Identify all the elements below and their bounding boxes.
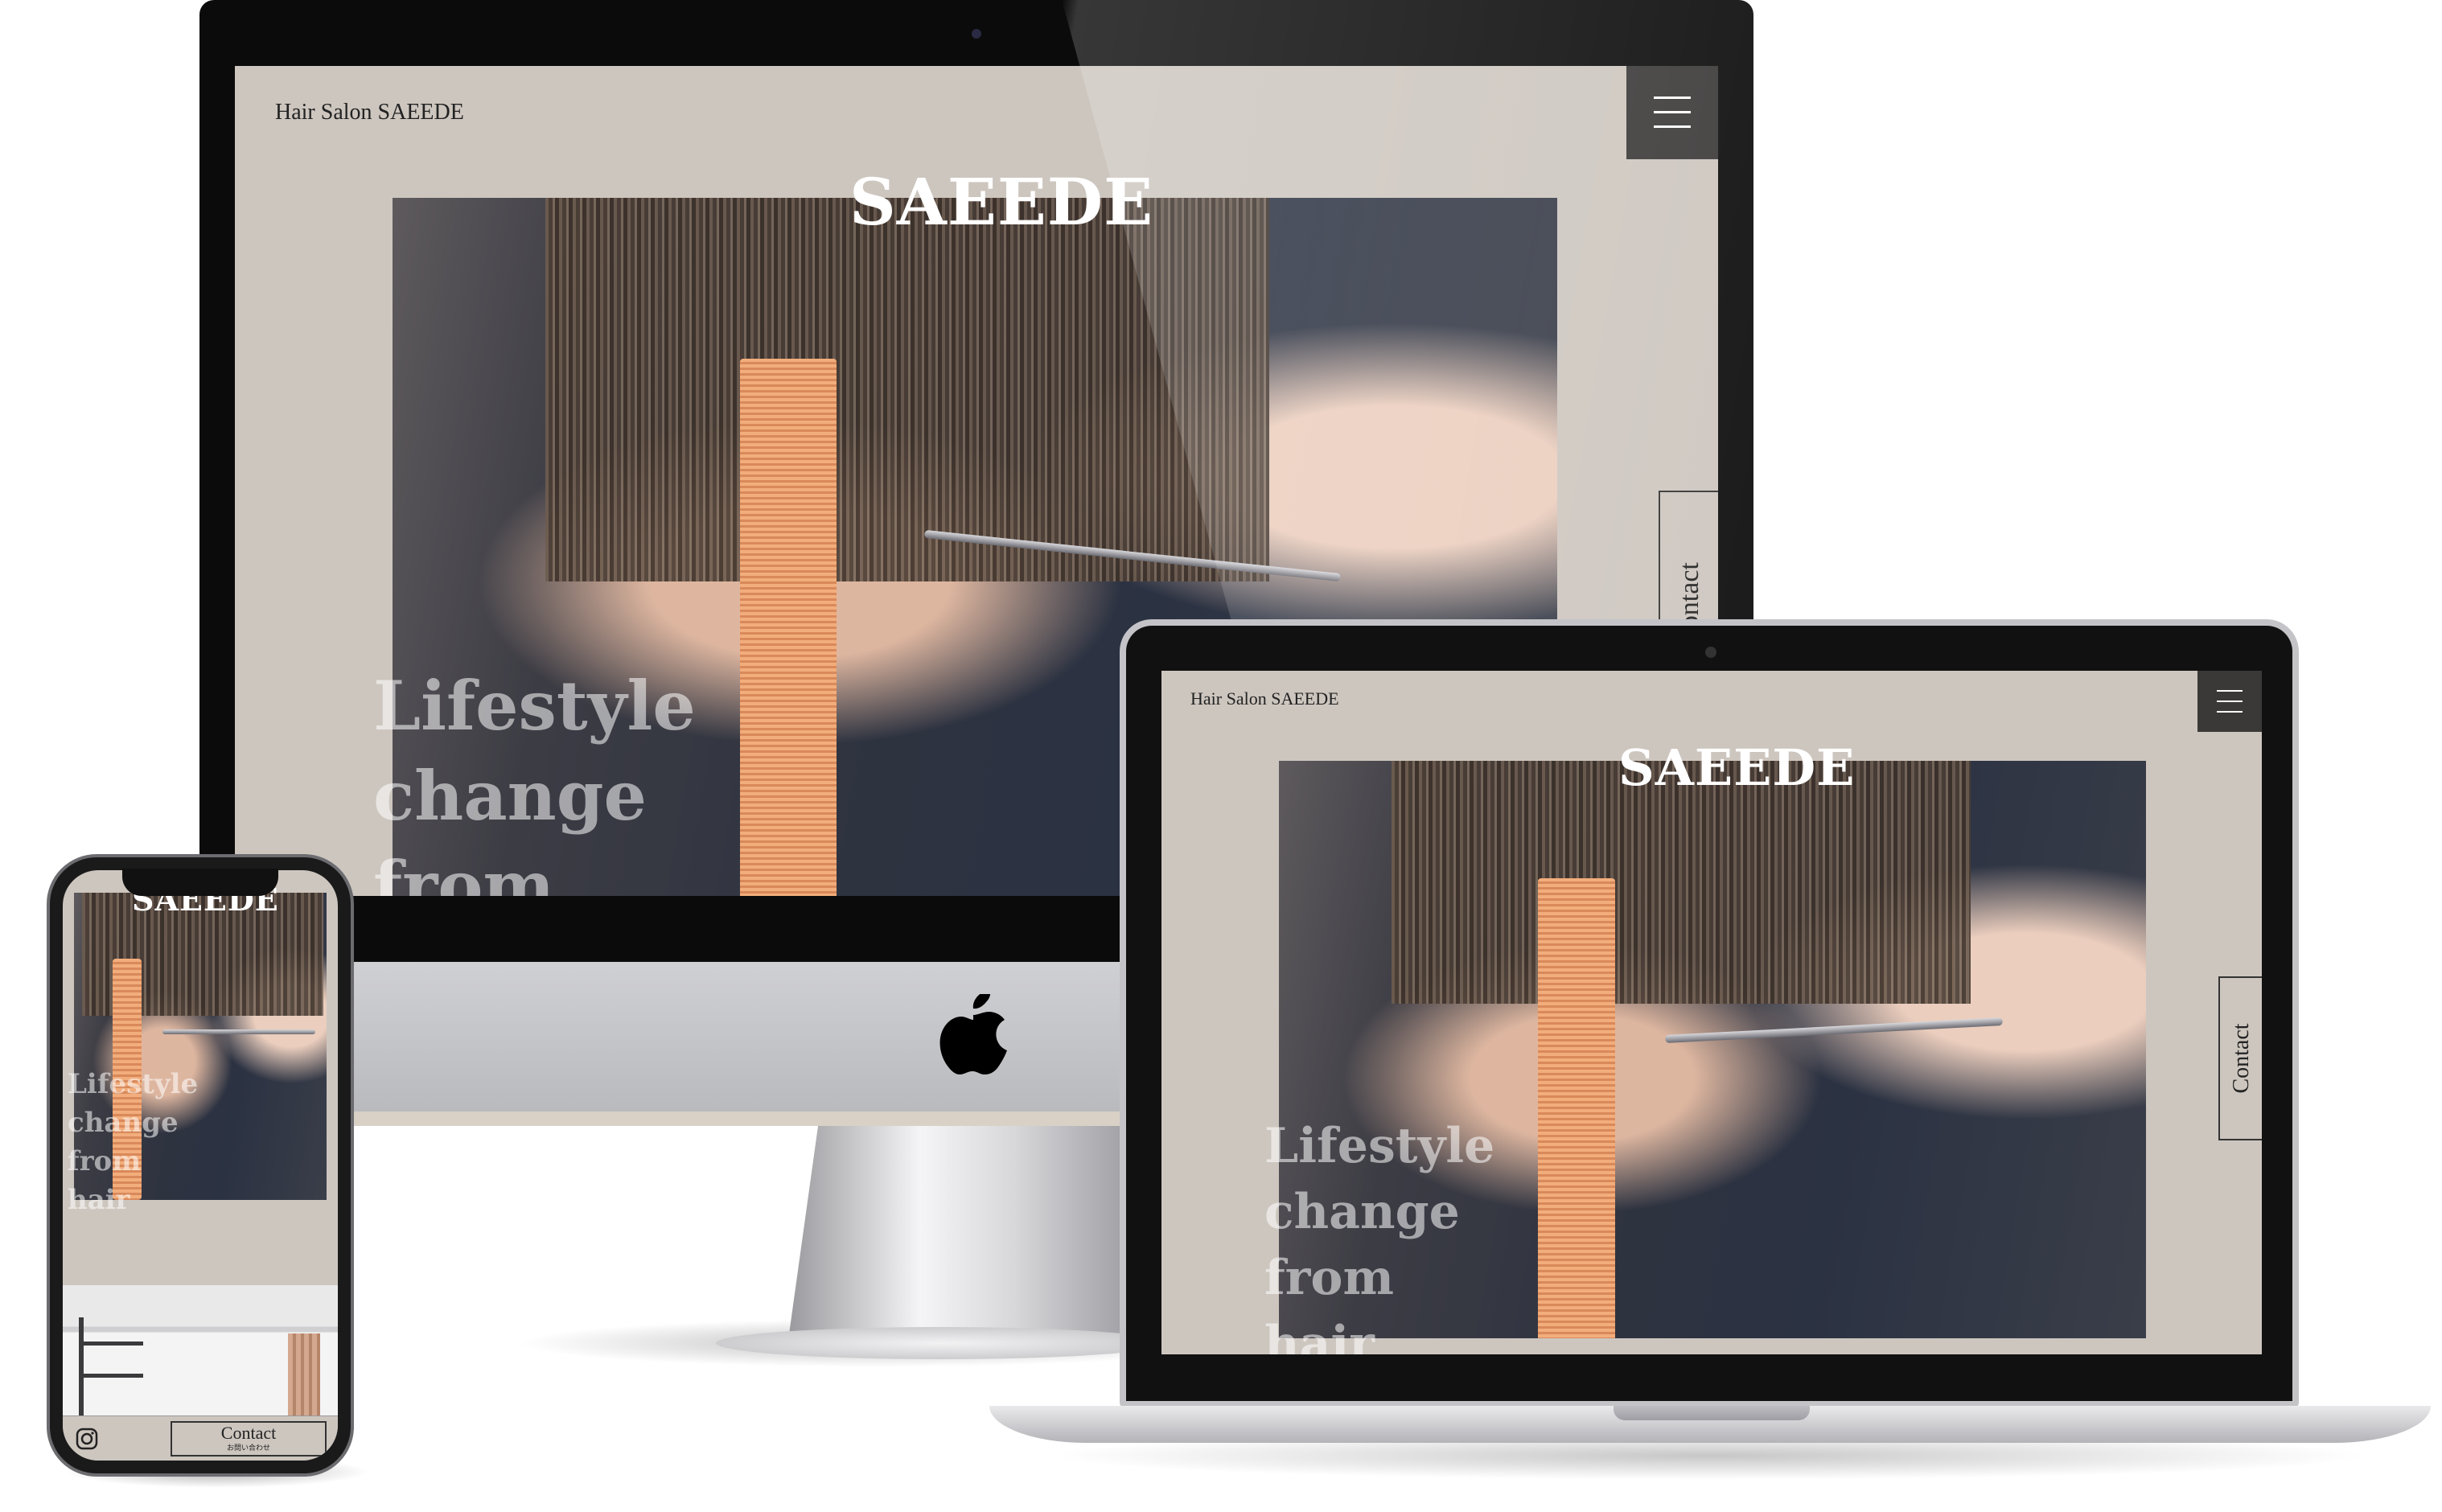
tagline-line: change [68, 1107, 179, 1139]
hair-strands [1392, 761, 1971, 1004]
comb-image [740, 359, 837, 896]
hero-tagline: Lifestyle change from [373, 661, 696, 896]
shelf-board [79, 1374, 143, 1378]
tagline-line: Lifestyle [373, 666, 696, 746]
menu-button[interactable] [2197, 671, 2262, 732]
shelf-post [79, 1317, 84, 1424]
tagline-line: from [373, 846, 555, 896]
phone-notch [122, 869, 278, 896]
imac-foot [716, 1327, 1166, 1359]
apple-logo-icon [939, 994, 1007, 1074]
contact-tab[interactable]: Contact [2218, 976, 2262, 1140]
tagline-line: hair [68, 1184, 130, 1216]
hero-title: SAEEDE [1618, 738, 1856, 797]
tagline-line: from [1264, 1250, 1394, 1306]
shelf-board [79, 1341, 143, 1346]
comb-image [1538, 878, 1615, 1338]
tagline-line: change [373, 756, 647, 836]
hero-title: SAEEDE [849, 164, 1154, 240]
instagram-icon[interactable] [76, 1428, 98, 1450]
contact-button-label: Contact [220, 1423, 277, 1443]
tagline-line: hair [1264, 1316, 1375, 1354]
hero-tagline: Lifestyle change from hair [68, 1065, 198, 1219]
imac-camera [972, 29, 981, 39]
tagline-line: from [68, 1145, 142, 1177]
site-brand[interactable]: Hair Salon SAEEDE [1190, 688, 1339, 709]
wood-panel [288, 1333, 320, 1424]
scissors-image [1665, 1017, 2003, 1043]
laptop-hinge-notch [1614, 1406, 1810, 1420]
laptop-camera [1705, 647, 1716, 658]
tagline-line: Lifestyle [68, 1068, 199, 1100]
contact-button-sublabel: お問い合わせ [226, 1444, 270, 1452]
bottom-bar: Contact お問い合わせ [63, 1415, 338, 1461]
contact-button[interactable]: Contact お問い合わせ [171, 1421, 327, 1457]
salon-interior-image [63, 1285, 338, 1424]
hero-tagline: Lifestyle change from hair [1264, 1113, 1494, 1354]
tagline-line: Lifestyle [1264, 1118, 1495, 1174]
imac-stand [788, 1123, 1166, 1340]
laptop-website: Hair Salon SAEEDE SAEEDE Lifestyle chang… [1161, 671, 2262, 1354]
site-brand[interactable]: Hair Salon SAEEDE [275, 100, 464, 125]
scissors-image [162, 1029, 315, 1034]
phone-website: SAEEDE Lifestyle change from hair Contac… [63, 870, 338, 1461]
tagline-line: change [1264, 1184, 1460, 1240]
contact-label: Contact [2229, 1023, 2254, 1094]
